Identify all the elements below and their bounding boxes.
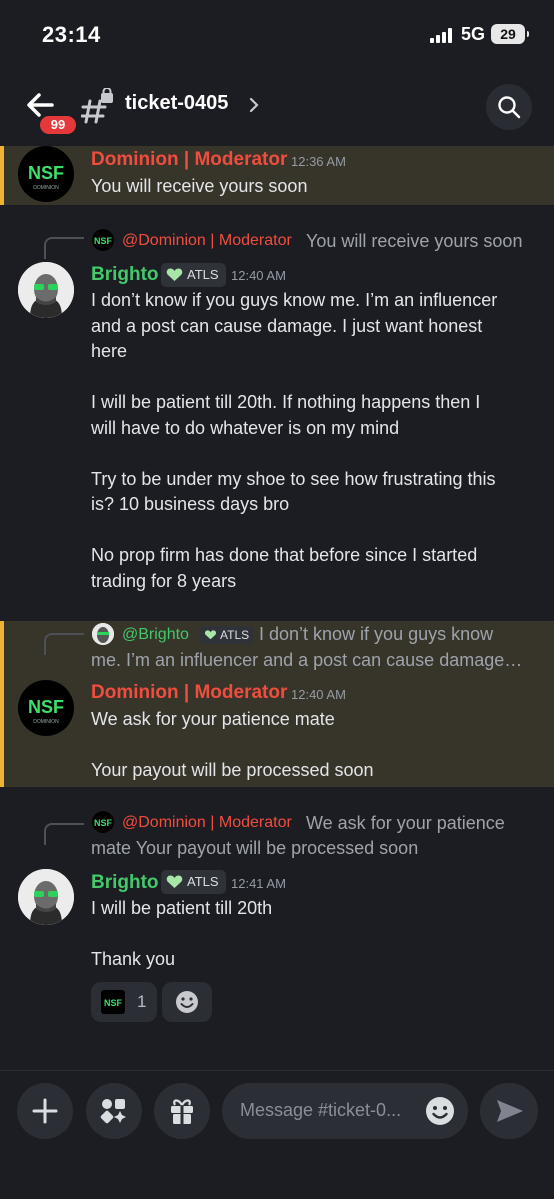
- message-time: 12:40 AM: [291, 687, 346, 702]
- reply-author[interactable]: @Brighto: [122, 626, 189, 644]
- user-tag[interactable]: ATLS: [161, 870, 226, 894]
- plus-icon: [32, 1098, 58, 1124]
- nsf-emoji-icon: NSF: [101, 990, 125, 1014]
- emoji-icon[interactable]: [424, 1095, 456, 1127]
- gift-button[interactable]: [154, 1083, 210, 1139]
- reaction-emoji: NSF: [104, 998, 123, 1008]
- reply-author[interactable]: @Dominion | Moderator: [122, 232, 292, 250]
- heart-icon: [166, 268, 183, 281]
- reply-connector: [44, 823, 84, 845]
- add-attachment-button[interactable]: [17, 1083, 73, 1139]
- heart-icon: [166, 875, 183, 888]
- message-author[interactable]: Brighto: [91, 872, 159, 894]
- moderator-avatar[interactable]: NSF DOMINION: [18, 680, 74, 736]
- message-time: 12:41 AM: [231, 876, 286, 891]
- svg-text:NSF: NSF: [94, 236, 113, 246]
- message-text: I will be patient till 20th Thank you: [91, 898, 273, 969]
- locked-channel-icon: [80, 87, 115, 124]
- status-time: 23:14: [42, 22, 101, 47]
- reply-avatar: NSF: [92, 229, 114, 251]
- apps-button[interactable]: [86, 1083, 142, 1139]
- channel-title[interactable]: ticket-0405: [125, 92, 228, 115]
- message-input-placeholder: Message #ticket-0...: [240, 1100, 402, 1120]
- message-author[interactable]: Dominion | Moderator: [91, 682, 287, 704]
- battery-icon: 29: [491, 24, 529, 44]
- reaction-count: 1: [137, 992, 147, 1011]
- svg-text:NSF: NSF: [28, 697, 64, 717]
- send-button[interactable]: [480, 1083, 538, 1139]
- unread-badge: 99: [37, 113, 79, 137]
- reply-connector: [44, 237, 84, 259]
- reply-avatar: NSF: [92, 811, 114, 833]
- smile-icon: [176, 991, 198, 1013]
- user-tag-label: ATLS: [220, 628, 250, 642]
- user-tag[interactable]: ATLS: [200, 626, 255, 644]
- message-input[interactable]: Message #ticket-0...: [222, 1083, 468, 1139]
- user-tag-label: ATLS: [187, 267, 219, 282]
- user-tag-label: ATLS: [187, 874, 219, 889]
- message-time: 12:36 AM: [291, 154, 346, 169]
- message-text: We ask for your patience mate Your payou…: [91, 709, 374, 780]
- svg-text:NSF: NSF: [28, 163, 64, 183]
- send-icon: [497, 1100, 523, 1122]
- apps-icon: [100, 1099, 126, 1124]
- gift-icon: [171, 1099, 193, 1124]
- reply-preview[interactable]: I don’t know if you guys know: [259, 622, 493, 647]
- search-button[interactable]: [486, 84, 532, 130]
- reply-connector: [44, 633, 84, 655]
- network-label: 5G: [461, 24, 486, 44]
- reply-avatar: [92, 623, 114, 645]
- status-bar: 23:14 5G 29: [0, 0, 554, 70]
- signal-icon: [430, 28, 454, 43]
- reply-preview[interactable]: You will receive yours soon: [306, 229, 522, 254]
- search-icon: [498, 96, 521, 119]
- chevron-right-icon[interactable]: [248, 96, 260, 114]
- heart-icon: [204, 630, 217, 640]
- user-avatar[interactable]: [18, 869, 74, 925]
- message-author[interactable]: Dominion | Moderator: [91, 149, 287, 171]
- reaction-pill[interactable]: NSF 1: [91, 982, 157, 1022]
- reply-preview[interactable]: We ask for your patience: [306, 811, 505, 836]
- svg-text:NSF: NSF: [94, 818, 113, 828]
- message-time: 12:40 AM: [231, 268, 286, 283]
- user-avatar[interactable]: [18, 262, 74, 318]
- user-tag[interactable]: ATLS: [161, 263, 226, 287]
- reply-preview-line2[interactable]: me. I’m an influencer and a post can cau…: [91, 648, 522, 673]
- reply-author[interactable]: @Dominion | Moderator: [122, 814, 292, 832]
- channel-header: 99 ticket-0405: [0, 78, 554, 138]
- add-reaction-button[interactable]: [162, 982, 212, 1022]
- message-author[interactable]: Brighto: [91, 264, 159, 286]
- svg-text:DOMINION: DOMINION: [33, 185, 59, 191]
- moderator-avatar[interactable]: NSF DOMINION: [18, 146, 74, 202]
- message-text: I don’t know if you guys know me. I’m an…: [91, 290, 498, 591]
- composer-bar: Message #ticket-0...: [0, 1070, 554, 1199]
- reply-preview-line2[interactable]: mate Your payout will be processed soon: [91, 836, 418, 861]
- svg-text:DOMINION: DOMINION: [33, 719, 59, 725]
- message-text: You will receive yours soon: [91, 176, 308, 196]
